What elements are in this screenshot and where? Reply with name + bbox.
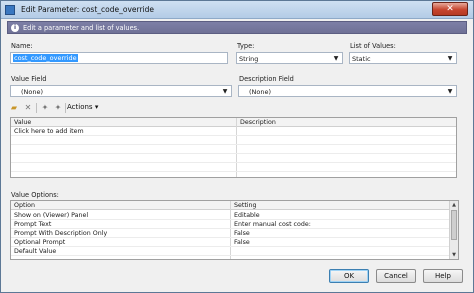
column-header-description[interactable]: Description: [240, 119, 276, 126]
open-folder-icon[interactable]: ▰: [9, 103, 19, 113]
chevron-down-icon: ▼: [447, 55, 453, 62]
values-toolbar: ▰ ✕ ✦ ✦ Actions ▾: [9, 102, 466, 115]
list-of-values-value: Static: [352, 55, 371, 63]
toolbar-separator: [65, 103, 66, 113]
ok-button[interactable]: OK: [329, 269, 369, 283]
help-button[interactable]: Help: [423, 269, 463, 283]
toolbar-separator: [36, 103, 37, 113]
chevron-down-icon: ▼: [447, 88, 453, 95]
option-name: Prompt With Description Only: [14, 230, 108, 237]
move-up-icon[interactable]: ✦: [40, 103, 50, 113]
type-value: String: [239, 55, 259, 63]
app-icon: [5, 5, 15, 15]
option-setting: False: [234, 239, 250, 246]
edit-parameter-dialog: Edit Parameter: cost_code_override ✕ i E…: [0, 0, 474, 293]
banner-text: Edit a parameter and list of values.: [23, 24, 140, 32]
add-item-placeholder: Click here to add item: [14, 128, 84, 135]
option-row-optional-prompt[interactable]: Optional Prompt False: [11, 238, 458, 247]
name-field[interactable]: cost_code_override: [10, 52, 228, 64]
option-setting: Editable: [234, 212, 260, 219]
list-of-values-select[interactable]: Static ▼: [349, 52, 457, 64]
value-field-label: Value Field: [11, 75, 47, 83]
option-row-show-on-panel[interactable]: Show on (Viewer) Panel Editable: [11, 211, 458, 220]
move-down-icon[interactable]: ✦: [53, 103, 63, 113]
option-name: Show on (Viewer) Panel: [14, 212, 89, 219]
option-setting: False: [234, 230, 250, 237]
table-row: [11, 136, 456, 145]
scroll-up-icon[interactable]: ▲: [450, 201, 458, 209]
cancel-button[interactable]: Cancel: [376, 269, 416, 283]
chevron-down-icon: ▾: [94, 103, 99, 111]
type-label: Type:: [237, 42, 255, 50]
chevron-down-icon: ▼: [222, 88, 228, 95]
description-field-label: Description Field: [239, 75, 294, 83]
list-of-values-label: List of Values:: [350, 42, 396, 50]
title-bar[interactable]: Edit Parameter: cost_code_override ✕: [1, 1, 473, 19]
scroll-thumb[interactable]: [451, 210, 457, 240]
actions-label: Actions: [67, 103, 93, 111]
delete-icon[interactable]: ✕: [23, 103, 33, 113]
option-row-prompt-description-only[interactable]: Prompt With Description Only False: [11, 229, 458, 238]
column-header-setting[interactable]: Setting: [234, 202, 257, 209]
name-label: Name:: [11, 42, 33, 50]
option-name: Default Value: [14, 248, 57, 255]
name-value: cost_code_override: [13, 54, 78, 62]
option-row-prompt-text[interactable]: Prompt Text Enter manual cost code:: [11, 220, 458, 229]
info-banner: i Edit a parameter and list of values.: [7, 21, 467, 34]
option-name: Optional Prompt: [14, 239, 66, 246]
table-row: [11, 163, 456, 172]
option-setting: Enter manual cost code:: [234, 221, 311, 228]
options-scrollbar[interactable]: ▲ ▼: [449, 201, 458, 259]
option-name: Prompt Text: [14, 221, 52, 228]
value-field-value: (None): [21, 88, 44, 96]
window-title: Edit Parameter: cost_code_override: [21, 5, 154, 14]
info-icon: i: [11, 24, 19, 32]
description-field-value: (None): [249, 88, 272, 96]
actions-menu[interactable]: Actions ▾: [67, 103, 98, 111]
values-grid[interactable]: Value Description Click here to add item: [10, 117, 457, 178]
description-field-select[interactable]: (None) ▼: [238, 85, 457, 97]
column-header-value[interactable]: Value: [14, 119, 31, 126]
option-row-default-value[interactable]: Default Value: [11, 247, 458, 256]
value-options-label: Value Options:: [11, 191, 59, 199]
chevron-down-icon: ▼: [333, 55, 339, 62]
scroll-down-icon[interactable]: ▼: [450, 251, 458, 259]
table-row: [11, 145, 456, 154]
values-grid-header: Value Description: [11, 118, 456, 127]
close-button[interactable]: ✕: [432, 2, 468, 16]
value-field-select[interactable]: (None) ▼: [10, 85, 232, 97]
value-options-header: Option Setting: [11, 201, 458, 210]
type-select[interactable]: String ▼: [236, 52, 343, 64]
table-row: [11, 154, 456, 163]
column-header-option[interactable]: Option: [14, 202, 35, 209]
value-options-grid[interactable]: Option Setting Show on (Viewer) Panel Ed…: [10, 200, 459, 260]
add-item-row[interactable]: Click here to add item: [11, 127, 456, 136]
